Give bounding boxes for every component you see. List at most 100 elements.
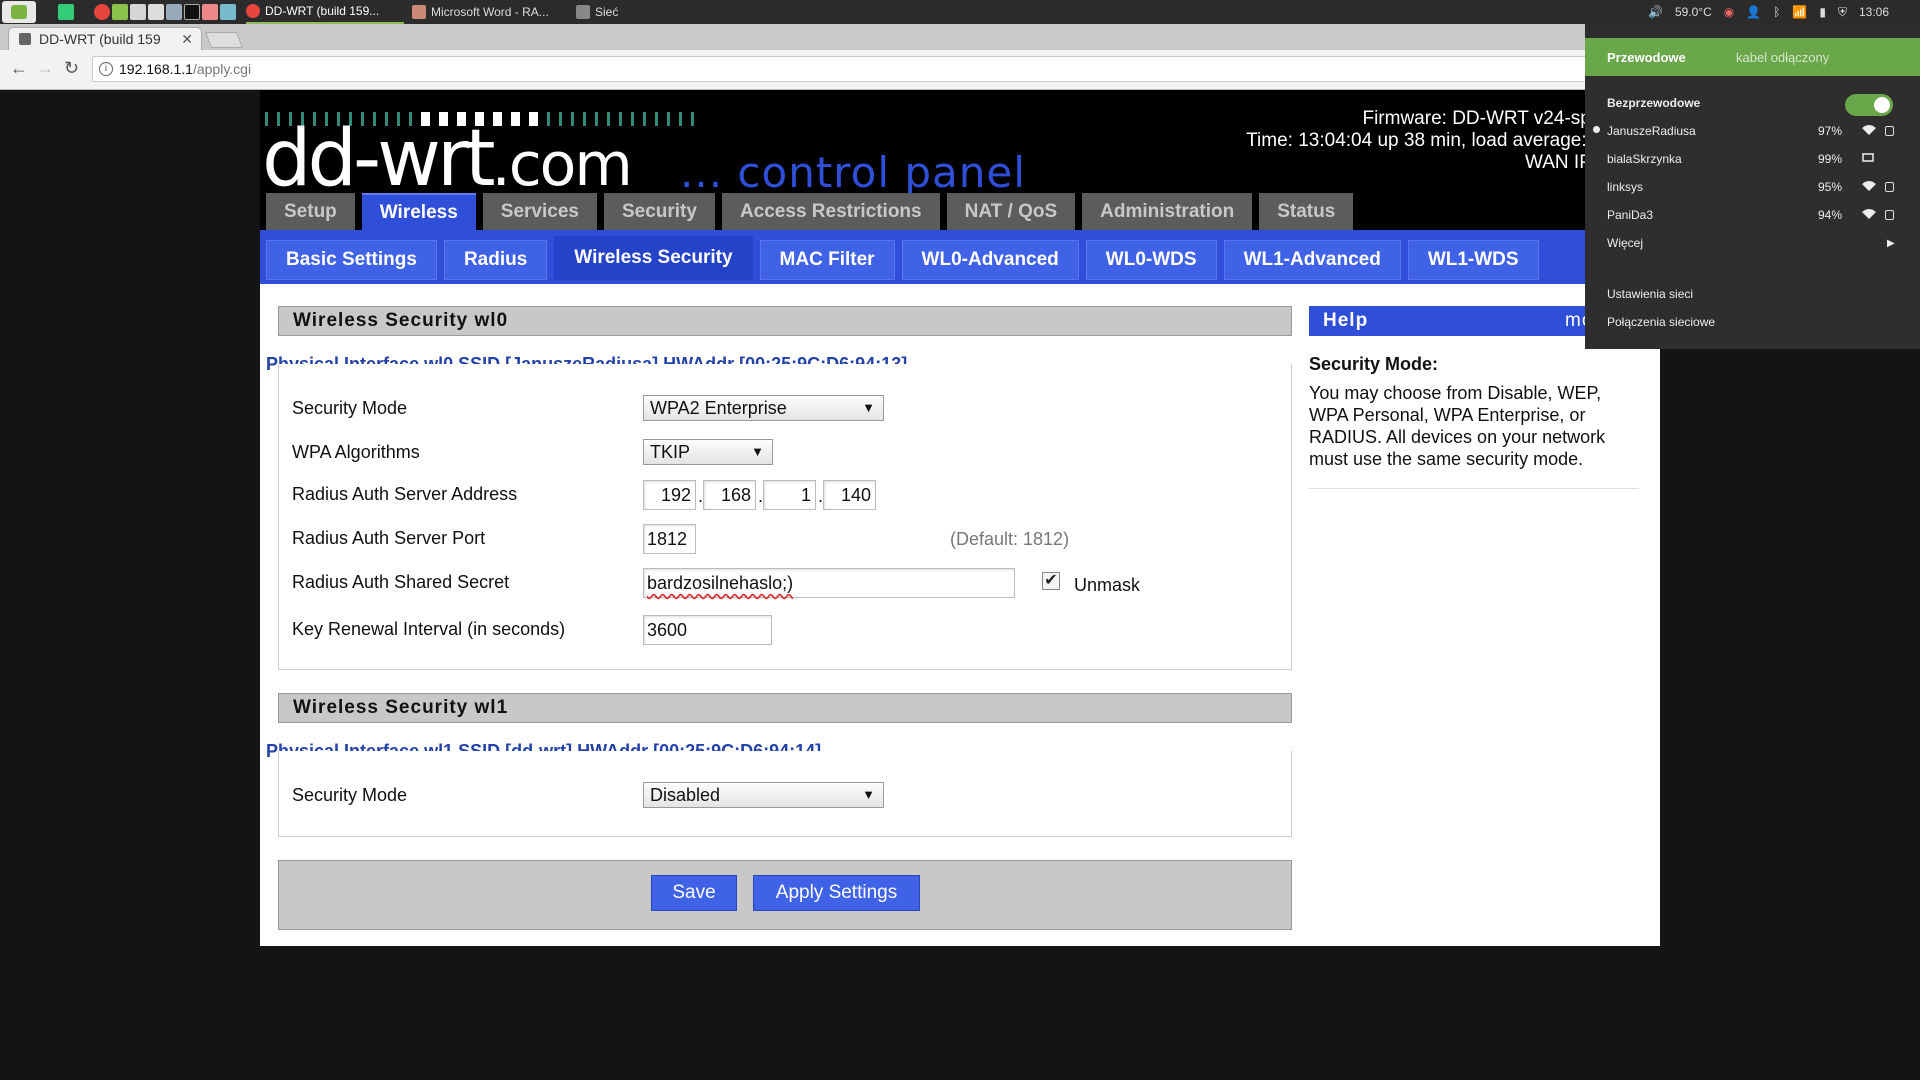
page-header: dd-wrt.com ... control panel Firmware: D… [260,90,1660,230]
network-signal: 97% [1818,124,1843,138]
network-device-icon [1862,153,1874,162]
network-name: linksys [1607,180,1644,194]
system-tray: 🔊 59.0°C ◉ 👤 ᛒ 📶 ▮ ⛨ 13:06 [1636,0,1889,24]
tab-setup[interactable]: Setup [266,193,355,230]
update-icon[interactable]: ◉ [1724,5,1734,19]
document-icon [412,5,426,19]
apply-settings-button[interactable]: Apply Settings [753,875,920,911]
network-settings-label: Ustawienia sieci [1607,287,1694,301]
wireless-label: Bezprzewodowe [1607,96,1701,110]
subtab-wl0-advanced[interactable]: WL0-Advanced [901,240,1079,280]
chevron-right-icon: ▶ [1887,237,1895,249]
subtab-wl1-wds[interactable]: WL1-WDS [1407,240,1539,280]
active-dot-icon [1593,126,1600,133]
sub-tabs: Basic Settings Radius Wireless Security … [266,236,1539,280]
calculator-icon[interactable] [130,4,146,20]
divider [1309,488,1639,489]
tab-services[interactable]: Services [482,193,597,230]
volume-icon[interactable]: 🔊 [1648,5,1663,19]
wl1-security-mode-select[interactable]: Disabled ▼ [643,782,884,808]
reload-icon[interactable]: ↻ [64,58,79,79]
radius-ip-octet-3[interactable]: 1 [763,480,816,510]
wifi-network-item[interactable]: PaniDa3 94% [1585,201,1920,229]
network-settings-item[interactable]: Ustawienia sieci [1585,280,1920,308]
battery-icon[interactable]: ▮ [1819,5,1826,19]
url-path: /apply.cgi [192,61,252,77]
shared-secret-input[interactable]: bardzosilnehaslo;) [643,568,1015,598]
network-signal: 95% [1818,180,1843,194]
shared-secret-label: Radius Auth Shared Secret [292,572,510,592]
save-button[interactable]: Save [651,875,737,911]
files-icon[interactable] [112,4,128,20]
subtab-basic-settings[interactable]: Basic Settings [266,240,437,280]
help-text: You may choose from Disable, WEP, WPA Pe… [1309,383,1606,469]
forward-icon[interactable]: → [36,58,54,79]
lock-icon [1885,126,1894,136]
subtab-wireless-security[interactable]: Wireless Security [554,236,753,280]
text-editor-icon[interactable] [148,4,164,20]
subtab-radius[interactable]: Radius [443,240,548,280]
main-tabs: Setup Wireless Services Security Access … [266,193,1354,230]
wan-ip: WAN IP: 10.64 [1525,152,1650,173]
chrome-icon [246,4,260,18]
browser-tab[interactable]: DD-WRT (build 159 ✕ [8,27,202,50]
radius-ip-octet-1[interactable]: 192 [643,480,696,510]
terminal-icon[interactable] [184,4,200,20]
security-mode-label: Security Mode [292,398,408,418]
tab-access-restrictions[interactable]: Access Restrictions [721,193,940,230]
wired-section[interactable]: Przewodowe kabel odłączony [1585,38,1920,76]
wifi-network-item[interactable]: JanuszeRadiusa 97% [1585,117,1920,145]
subtab-mac-filter[interactable]: MAC Filter [759,240,895,280]
ddwrt-page: dd-wrt.com ... control panel Firmware: D… [260,90,1660,946]
wpa-algorithms-value: TKIP [650,442,691,462]
key-renewal-input[interactable]: 3600 [643,615,772,645]
wifi-icon[interactable]: 📶 [1792,5,1807,19]
menu-button[interactable] [2,1,36,23]
close-icon[interactable]: ✕ [181,31,193,48]
firmware-version: Firmware: DD-WRT v24-sp2 (12/2 [1362,108,1650,129]
bluetooth-icon[interactable]: ᛒ [1773,5,1780,19]
uptime: Time: 13:04:04 up 38 min, load average: … [1246,130,1650,151]
settings-icon[interactable] [166,4,182,20]
radius-port-default-hint: (Default: 1812) [950,529,1070,549]
firefox-icon[interactable] [202,4,218,20]
taskbar-window-word[interactable]: Microsoft Word - RA... [412,0,562,24]
wpa-algorithms-label: WPA Algorithms [292,442,420,462]
tab-security[interactable]: Security [603,193,715,230]
folder-icon[interactable] [220,4,236,20]
show-desktop-icon[interactable] [58,4,74,20]
clock[interactable]: 13:06 [1859,5,1889,19]
radius-port-input[interactable]: 1812 [643,524,696,554]
tab-wireless[interactable]: Wireless [361,193,476,230]
unmask-checkbox[interactable]: ✔ [1042,572,1060,590]
taskbar-window-ddwrt[interactable]: DD-WRT (build 159... [246,0,404,24]
ddwrt-logo: dd-wrt.com [262,114,633,204]
shield-icon[interactable]: ⛨ [1838,5,1847,20]
subtab-wl0-wds[interactable]: WL0-WDS [1085,240,1217,280]
radius-ip-octet-4[interactable]: 140 [823,480,876,510]
network-connections-item[interactable]: Połączenia sieciowe [1585,308,1920,336]
wifi-network-item[interactable]: bialaSkrzynka 99% [1585,145,1920,173]
wifi-network-item[interactable]: linksys 95% [1585,173,1920,201]
control-panel-title: ... control panel [680,148,1026,197]
radius-ip-octet-2[interactable]: 168 [703,480,756,510]
section-title-wl1: Wireless Security wl1 [278,693,1292,723]
tab-administration[interactable]: Administration [1082,193,1253,230]
tab-status[interactable]: Status [1259,193,1354,230]
info-icon[interactable]: i [99,62,113,76]
chrome-icon[interactable] [94,4,110,20]
tab-nat-qos[interactable]: NAT / QoS [946,193,1076,230]
user-icon[interactable]: 👤 [1746,5,1761,19]
firmware-info: Firmware: DD-WRT v24-sp2 (12/2 Time: 13:… [1140,108,1650,174]
wireless-toggle[interactable] [1845,94,1893,116]
wpa-algorithms-select[interactable]: TKIP ▼ [643,439,773,465]
more-networks-item[interactable]: Więcej ▶ [1585,229,1920,257]
taskbar: DD-WRT (build 159... Microsoft Word - RA… [0,0,1920,24]
back-icon[interactable]: ← [10,58,28,79]
subtab-wl1-advanced[interactable]: WL1-Advanced [1223,240,1401,280]
new-tab-button[interactable] [205,32,243,48]
taskbar-window-network[interactable]: Sieć [576,0,646,24]
address-bar[interactable]: i 192.168.1.1/apply.cgi [92,56,1592,82]
radius-server-port-label: Radius Auth Server Port [292,528,486,548]
security-mode-select[interactable]: WPA2 Enterprise ▼ [643,395,884,421]
